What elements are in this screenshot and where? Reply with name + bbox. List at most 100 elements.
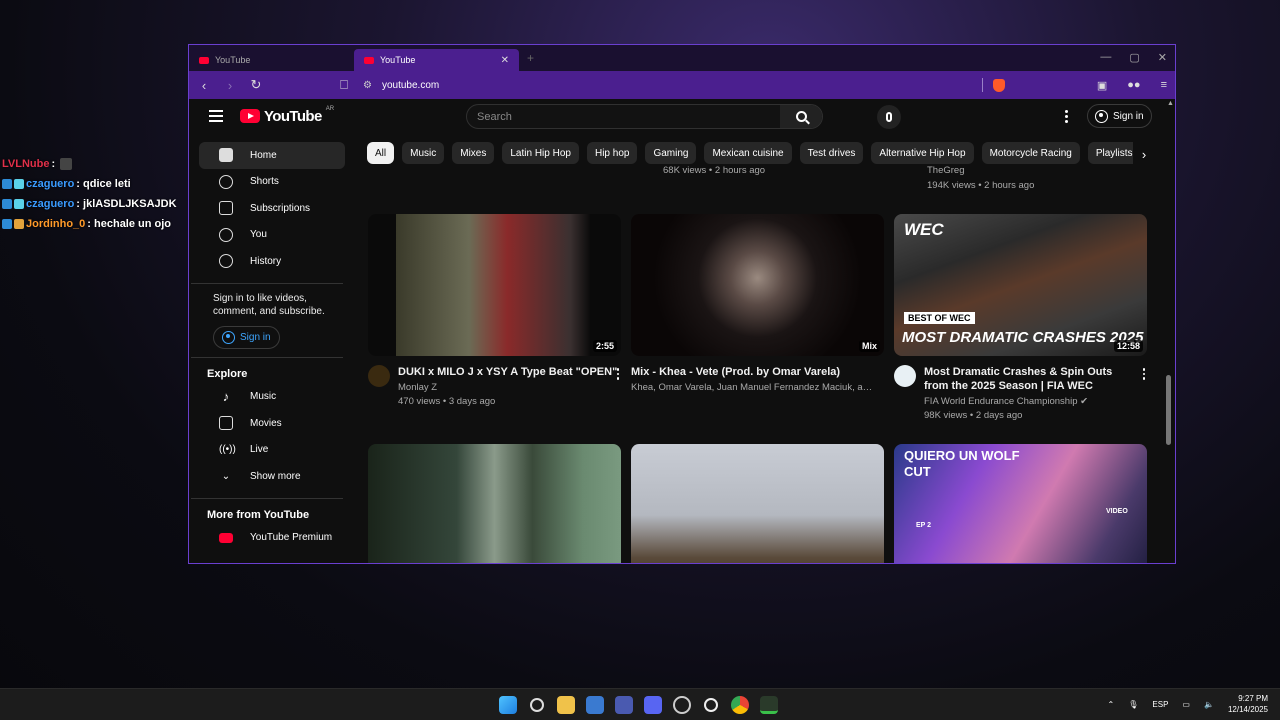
discord-icon[interactable] [644, 696, 662, 714]
video-title[interactable]: Mix - Khea - Vete (Prod. by Omar Varela) [631, 365, 876, 379]
chat-overlay: LVLNube : czaguero : qdice leti czaguero… [2, 154, 192, 234]
language-indicator[interactable]: ESP [1152, 700, 1168, 709]
address-bar[interactable]: ⚙ youtube.com [363, 78, 1005, 92]
clock[interactable]: 9:27 PM 12/14/2025 [1228, 693, 1268, 715]
bookmark-icon[interactable]: ⎕ [337, 77, 351, 93]
divider [191, 497, 343, 499]
file-explorer-icon[interactable] [557, 696, 575, 714]
menu-icon[interactable] [209, 110, 223, 122]
explore-heading: Explore [207, 367, 248, 380]
country-code: AR [325, 105, 335, 112]
forward-button[interactable]: › [223, 78, 237, 93]
new-tab-button[interactable]: + [527, 51, 534, 65]
chevron-right-icon[interactable]: › [1133, 142, 1155, 166]
scroll-up-arrow[interactable]: ▲ [1167, 100, 1174, 107]
network-icon[interactable]: ▭ [1182, 700, 1190, 709]
start-icon[interactable] [499, 696, 517, 714]
video-thumbnail[interactable]: 2:55 [368, 214, 621, 356]
mic-icon[interactable]: 🎙 [1128, 700, 1138, 709]
video-thumbnail[interactable]: QUIERO UN WOLF CUT EP 2 VIDEO [894, 444, 1147, 563]
settings-kebab-icon[interactable] [1065, 110, 1068, 123]
video-title[interactable]: Most Dramatic Crashes & Spin Outs from t… [924, 365, 1134, 393]
volume-icon[interactable]: 🔈 [1204, 700, 1214, 709]
sidebar-toggle-icon[interactable]: ▣ [1097, 79, 1107, 92]
app-icon[interactable] [673, 696, 691, 714]
extensions-icon[interactable]: ●● [1127, 79, 1140, 91]
site-info-icon[interactable]: ⚙ [363, 80, 372, 91]
menu-icon[interactable]: ≡ [1161, 79, 1167, 91]
more-actions-icon[interactable] [1142, 368, 1145, 380]
video-card[interactable]: QUIERO UN WOLF CUT EP 2 VIDEO [894, 444, 1147, 563]
channel-name[interactable]: Monlay Z [398, 381, 617, 395]
video-thumbnail[interactable] [631, 444, 884, 563]
search-button[interactable] [780, 105, 822, 128]
sidebar-item-home[interactable]: Home [199, 142, 345, 169]
maximize-button[interactable]: ▢ [1129, 51, 1139, 64]
sidebar-item-movies[interactable]: Movies [199, 410, 345, 437]
channel-avatar[interactable] [894, 365, 916, 387]
chip-hip-hop[interactable]: Hip hop [586, 142, 638, 164]
chip-gaming[interactable]: Gaming [645, 142, 697, 164]
chip-music[interactable]: Music [402, 142, 445, 164]
chip-test-drives[interactable]: Test drives [799, 142, 864, 164]
chip-mexican-cuisine[interactable]: Mexican cuisine [704, 142, 792, 164]
more-actions-icon[interactable] [616, 368, 619, 380]
scrollbar[interactable]: ▼ [1166, 160, 1171, 563]
youtube-logo[interactable]: YouTube AR [240, 105, 335, 125]
chip-mixes[interactable]: Mixes [452, 142, 495, 164]
chip-latin-hip-hop[interactable]: Latin Hip Hop [502, 142, 579, 164]
app-icon[interactable] [760, 696, 778, 714]
chevron-up-icon[interactable]: ⌃ [1108, 700, 1115, 709]
overlay-label: VIDEO [1106, 508, 1128, 515]
video-card[interactable]: 2:55 DUKI x MILO J x YSY A Type Beat "OP… [368, 214, 621, 409]
sidebar-item-history[interactable]: History [199, 248, 345, 275]
chrome-icon[interactable] [731, 696, 749, 714]
app-icon[interactable] [615, 696, 633, 714]
scrollbar-thumb[interactable] [1166, 375, 1171, 445]
video-thumbnail[interactable]: Mix [631, 214, 884, 356]
sidebar-item-you[interactable]: You [199, 222, 345, 249]
account-icon [1095, 109, 1108, 123]
youtube-page: YouTube AR Sign in ▲ Home Shorts [189, 100, 1175, 563]
back-button[interactable]: ‹ [197, 78, 211, 93]
sidebar-item-label: Show more [250, 470, 301, 482]
sign-in-button[interactable]: Sign in [1087, 104, 1152, 128]
sidebar-sign-in-button[interactable]: Sign in [213, 325, 280, 349]
chat-user: Jordinho_0 [26, 218, 86, 230]
tab-label: YouTube [380, 55, 416, 65]
video-card[interactable] [368, 444, 621, 563]
sidebar-item-premium[interactable]: YouTube Premium [199, 525, 345, 552]
sidebar-item-show-more[interactable]: ⌄ Show more [199, 463, 345, 490]
channel-name[interactable]: FIA World Endurance Championship ✔ [924, 395, 1134, 409]
tab-youtube-2[interactable]: YouTube ✕ [354, 49, 519, 71]
voice-search-button[interactable] [877, 105, 901, 129]
tab-youtube-1[interactable]: YouTube [189, 49, 354, 71]
video-card[interactable]: WEC BEST OF WEC MOST DRAMATIC CRASHES 20… [894, 214, 1147, 423]
search-input[interactable] [467, 110, 780, 123]
url-text[interactable]: youtube.com [382, 80, 439, 91]
sidebar-item-music[interactable]: ♪ Music [199, 384, 345, 411]
overlay-headline: QUIERO UN WOLF CUT [904, 448, 1020, 479]
brave-shields-icon[interactable] [992, 78, 1005, 92]
video-thumbnail[interactable]: WEC BEST OF WEC MOST DRAMATIC CRASHES 20… [894, 214, 1147, 356]
video-title[interactable]: DUKI x MILO J x YSY A Type Beat "OPEN" [398, 365, 617, 379]
video-card[interactable] [631, 444, 884, 563]
chip-alternative-hip-hop[interactable]: Alternative Hip Hop [871, 142, 974, 164]
sidebar-item-live[interactable]: ((•)) Live [199, 437, 345, 464]
channel-name[interactable]: Khea, Omar Varela, Juan Manuel Fernandez… [631, 381, 876, 395]
history-icon [219, 254, 233, 269]
channel-avatar[interactable] [368, 365, 390, 387]
close-tab-icon[interactable]: ✕ [501, 55, 509, 66]
minimize-button[interactable]: — [1100, 51, 1111, 64]
settings-icon[interactable] [704, 698, 718, 712]
sidebar-item-shorts[interactable]: Shorts [199, 169, 345, 196]
video-thumbnail[interactable] [368, 444, 621, 563]
sidebar-item-subscriptions[interactable]: Subscriptions [199, 195, 345, 222]
video-card[interactable]: Mix Mix - Khea - Vete (Prod. by Omar Var… [631, 214, 884, 395]
reload-button[interactable]: ↻ [249, 77, 263, 93]
chip-motorcycle-racing[interactable]: Motorcycle Racing [981, 142, 1080, 164]
search-icon[interactable] [530, 698, 544, 712]
close-window-button[interactable]: ✕ [1158, 51, 1167, 64]
chip-all[interactable]: All [367, 142, 395, 164]
store-icon[interactable] [586, 696, 604, 714]
